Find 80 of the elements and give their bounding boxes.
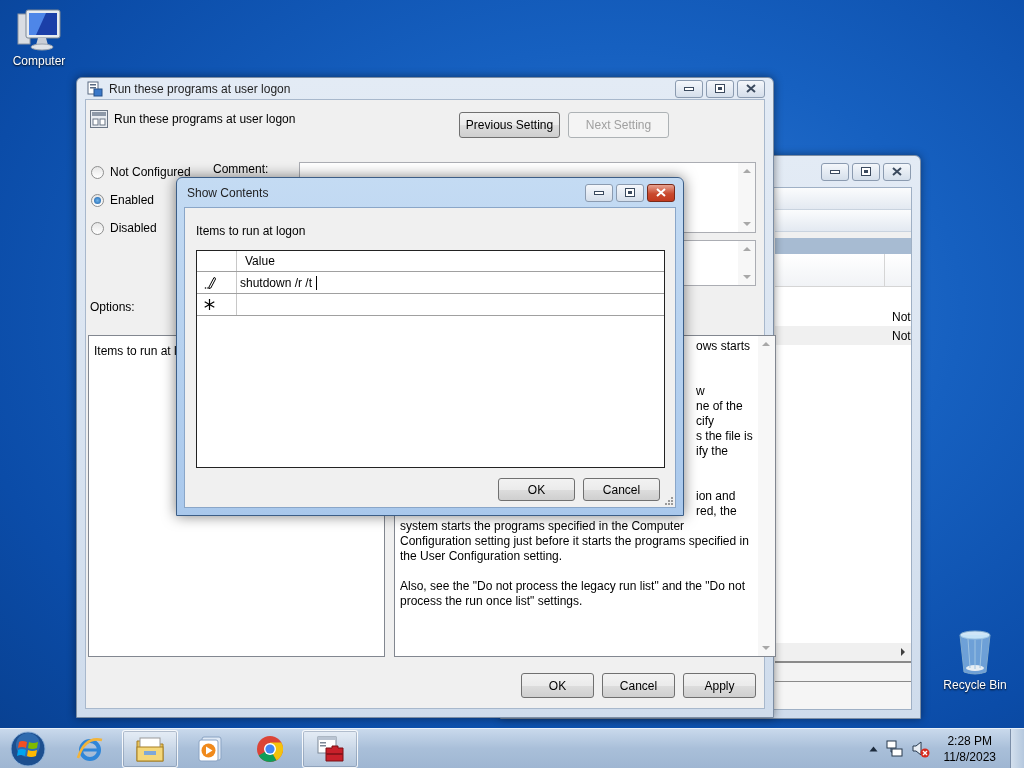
text-cursor: [316, 275, 318, 290]
help-text-fragment: ion and: [696, 489, 737, 504]
table-cell-text: Not: [891, 328, 911, 343]
column-header[interactable]: Value: [237, 251, 664, 271]
help-paragraph: system starts the programs specified in the Computer Configuration setting just before it starts the programs specified in the User Configuration setting.: [400, 519, 750, 564]
scrollbar[interactable]: [757, 336, 775, 656]
radio-label[interactable]: Enabled: [110, 193, 155, 207]
help-text-fragment: w: [696, 384, 706, 399]
close-button[interactable]: [883, 162, 911, 181]
shortcut-label[interactable]: Computer: [12, 54, 66, 68]
dialog-button[interactable]: OK: [521, 673, 594, 698]
help-text-fragment: s the file is: [696, 429, 753, 444]
window-title: Run these programs at user logon: [109, 81, 292, 96]
dialog-button[interactable]: Apply: [683, 673, 756, 698]
close-icon: [892, 167, 902, 176]
close-button[interactable]: [647, 183, 675, 202]
dialog-button[interactable]: OK: [498, 478, 575, 501]
radio-button[interactable]: [91, 221, 104, 235]
media-player-icon: [197, 734, 223, 763]
minimize-button[interactable]: [585, 183, 613, 202]
list-row[interactable]: Not: [775, 326, 911, 345]
shortcut-label[interactable]: Recycle Bin: [943, 678, 1007, 692]
radio-button[interactable]: [91, 193, 104, 207]
start-button[interactable]: [8, 729, 48, 768]
radio-label[interactable]: Not Configured: [110, 165, 191, 179]
maximize-icon: [625, 188, 635, 197]
section-label: Options:: [90, 300, 135, 314]
maximize-button[interactable]: [616, 183, 644, 202]
list-row[interactable]: Not: [775, 307, 911, 326]
input-field[interactable]: shutdown /r /t: [237, 272, 664, 293]
minimize-button[interactable]: [821, 162, 849, 181]
minimize-icon: [830, 169, 840, 174]
data-grid[interactable]: Value shutdown /r /t: [196, 250, 665, 468]
minimize-button[interactable]: [675, 79, 703, 98]
help-text-fragment: ify the: [696, 444, 729, 459]
close-button[interactable]: [737, 79, 765, 98]
computer-icon: [16, 8, 62, 52]
help-paragraph: Also, see the "Do not process the legacy run list" and the "Do not process the run once list" settings.: [400, 579, 746, 609]
scrollbar[interactable]: [738, 241, 755, 285]
folder-icon: [135, 734, 165, 763]
pencil-icon: [204, 276, 216, 289]
list-label: Items to run at logon: [196, 224, 306, 238]
help-text-fragment: cify: [696, 414, 715, 429]
maximize-icon: [715, 84, 725, 93]
minimize-icon: [594, 190, 604, 195]
setting-icon: [90, 110, 108, 128]
nav-button[interactable]: Previous Setting: [459, 112, 560, 138]
caret-up-icon[interactable]: [868, 745, 878, 752]
radio-button[interactable]: [91, 165, 104, 179]
policy-icon: [87, 80, 103, 97]
radio-label[interactable]: Disabled: [110, 221, 157, 235]
maximize-button[interactable]: [852, 162, 880, 181]
resize-grip-icon[interactable]: [664, 496, 673, 505]
clock-time: 2:28 PM: [947, 732, 993, 749]
windows-orb-icon: [10, 730, 46, 767]
close-icon: [656, 188, 666, 197]
round-logo-icon: [255, 733, 285, 764]
help-text-fragment: red, the: [696, 504, 738, 519]
minimize-icon: [684, 86, 694, 91]
field-label: Comment:: [213, 162, 269, 176]
table-cell-text: Not: [891, 309, 911, 324]
help-text-fragment: ne of the: [696, 399, 744, 414]
clock[interactable]: 2:28 PM 11/8/2023: [943, 732, 996, 765]
close-icon: [746, 84, 756, 93]
dialog-button[interactable]: Cancel: [602, 673, 675, 698]
clock-date: 11/8/2023: [943, 748, 996, 765]
network-icon[interactable]: [885, 739, 904, 758]
option-label: Items to run at l: [94, 344, 177, 358]
toolbox-icon: [315, 734, 345, 763]
speaker-muted-icon[interactable]: [911, 739, 930, 758]
recycle-bin-icon: [957, 630, 993, 676]
setting-name: Run these programs at user logon: [114, 112, 296, 126]
maximize-icon: [861, 167, 871, 176]
taskbar-button[interactable]: [302, 729, 358, 768]
help-text-fragment: ows starts: [696, 339, 751, 354]
maximize-button[interactable]: [706, 79, 734, 98]
dialog-button[interactable]: Cancel: [583, 478, 660, 501]
scrollbar[interactable]: [738, 163, 755, 232]
window-title: Show Contents: [187, 185, 270, 200]
asterisk-icon: [204, 299, 215, 310]
